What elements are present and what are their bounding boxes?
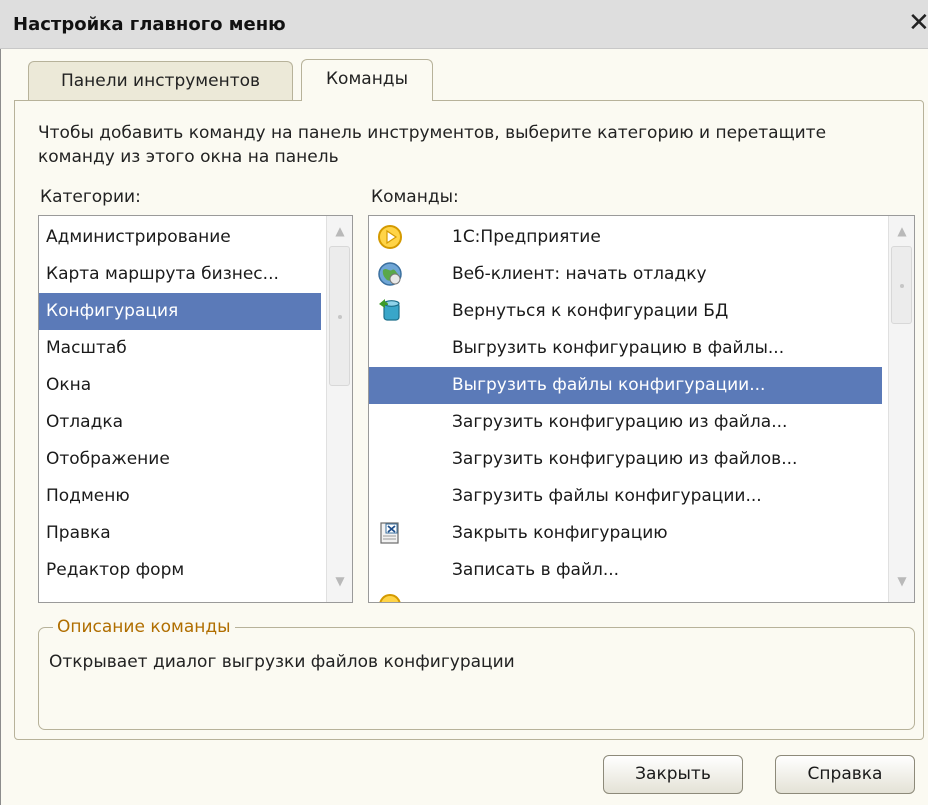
grip-icon xyxy=(900,284,904,288)
command-label: Веб-клиент: начать отладку xyxy=(452,264,707,284)
command-description-group: Описание команды Открывает диалог выгруз… xyxy=(38,617,915,730)
categories-scrollbar[interactable]: ▲ ▼ xyxy=(326,216,352,602)
category-item-selected[interactable]: Конфигурация xyxy=(39,293,321,330)
category-item[interactable]: Карта маршрута бизнес... xyxy=(39,256,321,293)
category-item[interactable]: Правка xyxy=(39,515,321,552)
description-legend: Описание команды xyxy=(53,617,235,637)
scroll-up-icon[interactable]: ▲ xyxy=(332,224,348,238)
commands-scrollbar[interactable]: ▲ ▼ xyxy=(888,216,914,602)
grip-icon xyxy=(338,315,342,319)
title-bar: Настройка главного меню ✕ xyxy=(0,0,928,49)
command-label: Выгрузить конфигурацию в файлы... xyxy=(452,338,785,358)
command-item[interactable]: Веб-клиент: начать отладку xyxy=(369,256,882,293)
command-item[interactable]: Загрузить файлы конфигурации... xyxy=(369,478,882,515)
command-label: Закрыть конфигурацию xyxy=(452,523,668,543)
close-icon[interactable]: ✕ xyxy=(908,10,928,36)
command-label: Записать в файл... xyxy=(452,560,620,580)
description-text: Открывает диалог выгрузки файлов конфигу… xyxy=(49,652,515,672)
partial-item-icon xyxy=(379,594,401,602)
scroll-thumb[interactable] xyxy=(891,246,912,324)
command-label: Выгрузить файлы конфигурации... xyxy=(452,375,766,395)
command-item[interactable]: Вернуться к конфигурации БД xyxy=(369,293,882,330)
category-item[interactable]: Окна xyxy=(39,367,321,404)
category-item[interactable]: Масштаб xyxy=(39,330,321,367)
commands-list[interactable]: 1С:Предприятие Веб-клиент: начать отладк… xyxy=(368,215,915,603)
tab-commands[interactable]: Команды xyxy=(301,59,433,101)
scroll-down-icon[interactable]: ▼ xyxy=(894,574,910,588)
command-item[interactable]: Записать в файл... xyxy=(369,552,882,589)
category-item[interactable]: Редактор форм xyxy=(39,552,321,589)
instructions-text: Чтобы добавить команду на панель инструм… xyxy=(38,123,827,167)
help-button[interactable]: Справка xyxy=(775,755,915,794)
command-item[interactable]: 1С:Предприятие xyxy=(369,219,882,256)
command-item[interactable]: Загрузить конфигурацию из файла... xyxy=(369,404,882,441)
play-circle-icon xyxy=(378,225,402,249)
category-item[interactable]: Администрирование xyxy=(39,219,321,256)
command-label: Загрузить конфигурацию из файла... xyxy=(452,412,788,432)
scroll-down-icon[interactable]: ▼ xyxy=(332,574,348,588)
close-button[interactable]: Закрыть xyxy=(603,755,743,794)
scroll-up-icon[interactable]: ▲ xyxy=(894,224,910,238)
tab-toolbars[interactable]: Панели инструментов xyxy=(28,61,293,101)
window-title: Настройка главного меню xyxy=(13,14,286,35)
command-item[interactable]: Закрыть конфигурацию xyxy=(369,515,882,552)
scroll-thumb[interactable] xyxy=(329,246,350,386)
globe-debug-icon xyxy=(378,262,402,286)
command-label: Вернуться к конфигурации БД xyxy=(452,301,729,321)
category-item[interactable]: Отладка xyxy=(39,404,321,441)
database-return-icon xyxy=(379,299,400,321)
command-item[interactable]: Выгрузить конфигурацию в файлы... xyxy=(369,330,882,367)
categories-list[interactable]: Администрирование Карта маршрута бизнес.… xyxy=(38,215,353,603)
command-item[interactable]: Загрузить конфигурацию из файлов... xyxy=(369,441,882,478)
commands-label: Команды: xyxy=(371,187,459,207)
command-label: Загрузить файлы конфигурации... xyxy=(452,486,762,506)
category-item[interactable]: Отображение xyxy=(39,441,321,478)
categories-label: Категории: xyxy=(40,187,141,207)
close-config-icon xyxy=(380,522,399,544)
command-label: 1С:Предприятие xyxy=(452,227,601,247)
category-item[interactable]: Подменю xyxy=(39,478,321,515)
command-item-selected[interactable]: Выгрузить файлы конфигурации... xyxy=(369,367,882,404)
command-label: Загрузить конфигурацию из файлов... xyxy=(452,449,798,469)
